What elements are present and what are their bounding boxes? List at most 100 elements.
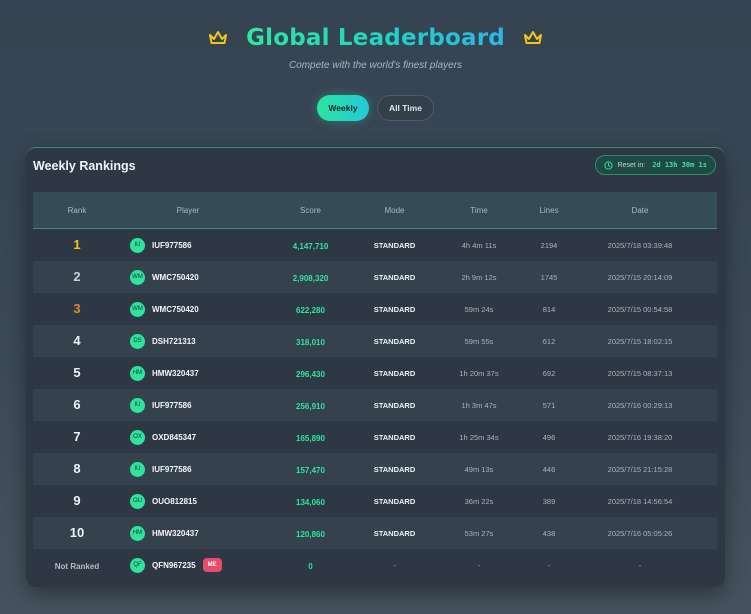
period-tabs: Weekly All Time xyxy=(0,95,751,121)
column-header-mode: Mode xyxy=(384,205,405,215)
score-value: 120,860 xyxy=(296,530,325,539)
date-cell: 2025/7/16 00:29:13 xyxy=(607,400,673,410)
mode-cell: - xyxy=(393,560,396,570)
rank-cell: 8 xyxy=(33,460,121,478)
rank-number: 10 xyxy=(69,525,85,540)
column-header-player: Player xyxy=(176,205,200,215)
time-cell: 4h 4m 11s xyxy=(461,240,497,250)
table-row[interactable]: 5 HM HMW320437 296,430 STANDARD 1h 20m 37s 692… xyxy=(33,357,717,389)
score-value: 165,890 xyxy=(296,434,325,443)
lines-cell: 389 xyxy=(542,496,556,506)
mode-cell: STANDARD xyxy=(373,336,416,346)
score-value: 157,470 xyxy=(296,466,325,475)
player-name[interactable]: WMC750420 xyxy=(152,305,199,314)
score-value: 622,280 xyxy=(296,306,325,315)
player-cell: IU IUF977586 xyxy=(121,461,255,477)
rank-number: 1 xyxy=(73,237,81,252)
table-row[interactable]: 4 DS DSH721313 318,010 STANDARD 59m 55s 612 202… xyxy=(33,325,717,357)
rank-cell: 1 xyxy=(33,236,121,254)
column-header-score: Score xyxy=(300,205,321,215)
lines-cell: 814 xyxy=(542,304,556,314)
me-badge: ME xyxy=(202,558,222,572)
player-name[interactable]: WMC750420 xyxy=(152,273,199,282)
player-name[interactable]: OXD845347 xyxy=(152,433,196,442)
column-header-rank: Rank xyxy=(67,205,87,215)
mode-cell: STANDARD xyxy=(373,400,416,410)
score-cell: 256,910 xyxy=(255,396,366,414)
player-name[interactable]: IUF977586 xyxy=(152,465,192,474)
page-header: Global Leaderboard Compete with the worl… xyxy=(0,22,751,71)
player-name[interactable]: HMW320437 xyxy=(152,529,199,538)
time-cell: 1h 3m 47s xyxy=(461,400,497,410)
table-row[interactable]: 2 WM WMC750420 2,908,320 STANDARD 2h 9m 12s 17… xyxy=(33,261,717,293)
table-row[interactable]: 7 OX OXD845347 165,890 STANDARD 1h 25m 34s 496… xyxy=(33,421,717,453)
score-cell: 157,470 xyxy=(255,460,366,478)
rank-cell: 9 xyxy=(33,492,121,510)
player-cell: IU IUF977586 xyxy=(121,397,255,413)
score-value: 256,910 xyxy=(296,402,325,411)
date-cell: 2025/7/18 14:56:54 xyxy=(607,496,673,506)
rank-number: 7 xyxy=(73,429,81,444)
date-cell: 2025/7/15 20:14:09 xyxy=(607,272,673,282)
my-rank-row[interactable]: Not Ranked QF QFN967235 ME 0 - - - - xyxy=(33,549,717,581)
table-row[interactable]: 10 HM HMW320437 120,860 STANDARD 53m 27s 438 20… xyxy=(33,517,717,549)
player-name[interactable]: DSH721313 xyxy=(152,337,196,346)
avatar: DS xyxy=(130,333,145,349)
avatar: QF xyxy=(130,557,145,573)
rank-cell: 5 xyxy=(33,364,121,382)
avatar: WM xyxy=(130,269,145,285)
tab-weekly[interactable]: Weekly xyxy=(317,95,369,121)
player-cell: DS DSH721313 xyxy=(121,333,255,349)
time-cell: 36m 22s xyxy=(464,496,494,506)
mode-cell: STANDARD xyxy=(373,528,416,538)
table-row[interactable]: 1 IU IUF977586 4,147,710 STANDARD 4h 4m 11s 21… xyxy=(33,229,717,261)
mode-cell: STANDARD xyxy=(373,496,416,506)
score-value: 2,908,320 xyxy=(292,274,329,283)
score-cell: 2,908,320 xyxy=(255,268,366,286)
time-cell: 53m 27s xyxy=(464,528,494,538)
date-cell: 2025/7/15 18:02:15 xyxy=(607,336,673,346)
reset-timer: Reset in: 2d 13h 30m 1s xyxy=(594,155,716,175)
player-name[interactable]: HMW320437 xyxy=(152,369,199,378)
score-value: 4,147,710 xyxy=(292,242,329,251)
rank-cell: 7 xyxy=(33,428,121,446)
player-name[interactable]: QFN967235 xyxy=(152,561,196,570)
reset-label: Reset in: xyxy=(617,161,646,169)
table-header: Rank Player Score Mode Time Lines Date xyxy=(33,192,717,229)
clock-icon xyxy=(604,160,613,170)
date-cell: 2025/7/15 00:54:58 xyxy=(607,304,673,314)
table-row[interactable]: 9 OU OUO812815 134,060 STANDARD 36m 22s 389 202… xyxy=(33,485,717,517)
mode-cell: STANDARD xyxy=(373,304,416,314)
score-cell: 318,010 xyxy=(255,332,366,350)
player-name[interactable]: IUF977586 xyxy=(152,401,192,410)
rank-number: 4 xyxy=(73,333,81,348)
table-row[interactable]: 8 IU IUF977586 157,470 STANDARD 49m 13s 446 202… xyxy=(33,453,717,485)
player-cell: OX OXD845347 xyxy=(121,429,255,445)
player-name[interactable]: OUO812815 xyxy=(152,497,197,506)
rank-number: 2 xyxy=(73,269,81,284)
table-row[interactable]: 3 WM WMC750420 622,280 STANDARD 59m 24s 814 202… xyxy=(33,293,717,325)
time-cell: 1h 20m 37s xyxy=(459,368,499,378)
lines-cell: 692 xyxy=(542,368,556,378)
date-cell: - xyxy=(638,560,642,570)
lines-cell: 446 xyxy=(542,464,556,474)
table-row[interactable]: 6 IU IUF977586 256,910 STANDARD 1h 3m 47s 571 2… xyxy=(33,389,717,421)
date-cell: 2025/7/15 08:37:13 xyxy=(607,368,673,378)
player-name[interactable]: IUF977586 xyxy=(152,241,192,250)
time-cell: 59m 24s xyxy=(464,304,494,314)
lines-cell: 571 xyxy=(542,400,556,410)
lines-cell: 496 xyxy=(542,432,556,442)
player-cell: IU IUF977586 xyxy=(121,237,255,253)
page-subtitle: Compete with the world's finest players xyxy=(288,60,463,71)
rank-cell: 10 xyxy=(33,524,121,542)
score-cell: 0 xyxy=(255,556,366,574)
score-cell: 296,430 xyxy=(255,364,366,382)
player-cell: QF QFN967235 ME xyxy=(121,557,255,573)
avatar: WM xyxy=(130,301,145,317)
tab-all-time[interactable]: All Time xyxy=(377,95,434,121)
rank-cell: 4 xyxy=(33,332,121,350)
avatar: HM xyxy=(130,525,145,541)
player-cell: HM HMW320437 xyxy=(121,365,255,381)
avatar: OU xyxy=(130,493,145,509)
column-header-time: Time xyxy=(470,205,488,215)
